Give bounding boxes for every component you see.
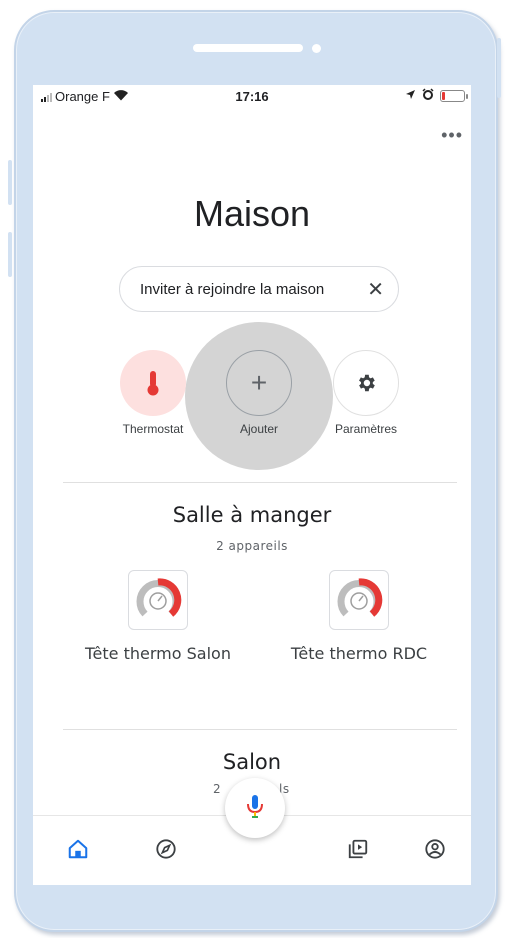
thermometer-icon xyxy=(120,350,186,416)
account-icon xyxy=(424,838,446,865)
side-button xyxy=(8,160,12,205)
battery-icon xyxy=(440,89,468,102)
alarm-icon xyxy=(422,88,434,103)
device-name: Tête thermo Salon xyxy=(85,644,231,663)
home-icon xyxy=(67,838,89,865)
add-button[interactable]: + Ajouter xyxy=(204,350,314,436)
location-icon xyxy=(405,88,416,103)
phone-speaker xyxy=(193,44,303,52)
room-title[interactable]: Salle à manger xyxy=(33,503,471,527)
room-count-left: 2 xyxy=(213,782,222,796)
room-device-count: 2 appareils xyxy=(216,539,288,553)
media-icon xyxy=(347,838,369,865)
room-title[interactable]: Salon xyxy=(33,750,471,774)
add-label: Ajouter xyxy=(239,422,279,436)
more-options-icon[interactable]: ••• xyxy=(441,126,463,144)
page-title: Maison xyxy=(193,193,311,234)
gauge-icon xyxy=(128,570,188,630)
gear-icon xyxy=(333,350,399,416)
status-right xyxy=(405,88,468,103)
nav-explore[interactable] xyxy=(146,836,186,866)
phone-camera xyxy=(312,44,321,53)
invite-chip-label: Inviter à rejoindre la maison xyxy=(140,280,325,298)
mic-button[interactable] xyxy=(225,778,285,838)
device-tile[interactable]: Tête thermo Salon xyxy=(58,570,258,663)
app-screen: Orange F 17:16 ••• Maison Inviter à rejo… xyxy=(33,85,471,885)
settings-button[interactable]: Paramètres xyxy=(311,350,421,436)
explore-icon xyxy=(155,838,177,865)
divider xyxy=(63,729,457,730)
side-button xyxy=(497,38,501,98)
settings-label: Paramètres xyxy=(334,422,398,436)
thermostat-label: Thermostat xyxy=(122,422,184,436)
nav-media[interactable] xyxy=(338,836,378,866)
nav-account[interactable] xyxy=(415,836,455,866)
side-button xyxy=(8,232,12,277)
gauge-icon xyxy=(329,570,389,630)
plus-icon: + xyxy=(226,350,292,416)
divider xyxy=(63,482,457,483)
close-icon[interactable]: ✕ xyxy=(367,277,384,302)
nav-home[interactable] xyxy=(58,836,98,866)
mic-icon xyxy=(246,793,264,824)
status-bar: Orange F 17:16 xyxy=(33,85,471,107)
device-name: Tête thermo RDC xyxy=(290,644,428,663)
invite-chip[interactable]: Inviter à rejoindre la maison ✕ xyxy=(119,266,399,312)
device-tile[interactable]: Tête thermo RDC xyxy=(259,570,459,663)
thermostat-button[interactable]: Thermostat xyxy=(98,350,208,436)
quick-actions: Thermostat + Ajouter Paramètres xyxy=(33,320,471,480)
